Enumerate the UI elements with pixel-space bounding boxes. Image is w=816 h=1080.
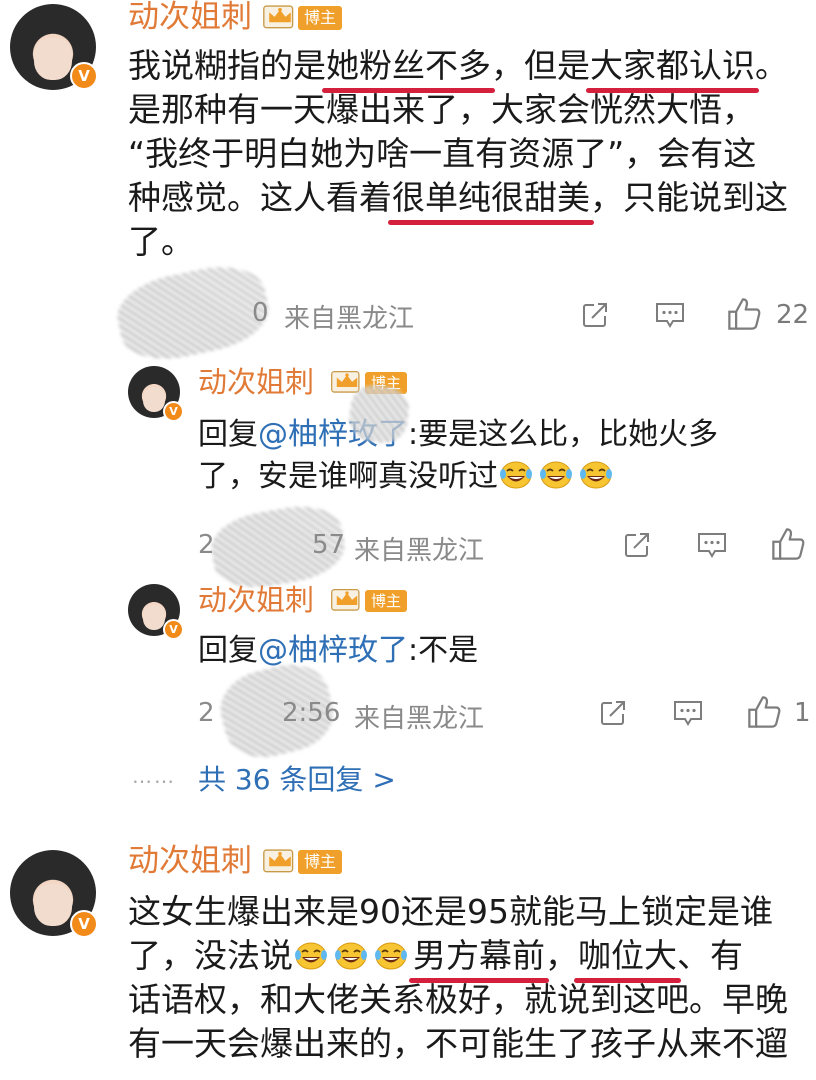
text-line: 回复@柚梓玫了:不是 xyxy=(198,633,479,668)
text-line: 是那种有一天爆出来了，大家会恍然大悟， xyxy=(128,90,755,129)
text-line: 了，安是谁啊真没听过 xyxy=(198,456,718,498)
author-name[interactable]: 动次姐刺 xyxy=(128,842,252,880)
laugh-cry-emoji-icon xyxy=(538,460,574,490)
crown-icon xyxy=(330,586,364,612)
like-icon[interactable] xyxy=(726,296,762,332)
comment-icon[interactable] xyxy=(672,698,704,728)
text-line: 这女生爆出来是90还是95就能马上锁定是谁 xyxy=(128,892,773,931)
text-line: 了，没法说 男方幕前，咖位大、有 xyxy=(128,936,743,975)
laugh-cry-emoji-icon xyxy=(333,941,369,971)
underlined-text: 咖位大 xyxy=(578,936,677,975)
text-line: 有一天会爆出来的，不可能生了孩子从来不遛 xyxy=(128,1024,788,1063)
text-line: 种感觉。这人看着很单纯很甜美，只能说到这 xyxy=(128,178,788,217)
more-replies-dots: …… xyxy=(132,764,176,788)
comment-text: 这女生爆出来是90还是95就能马上锁定是谁 了，没法说 男方幕前，咖位大、有 话语… xyxy=(128,890,788,1066)
verified-badge-icon: V xyxy=(163,401,184,422)
more-replies-link[interactable]: 共 36 条回复 > xyxy=(198,758,396,798)
crown-icon xyxy=(262,2,298,30)
text-line: 我说糊指的是她粉丝不多，但是大家都认识。 xyxy=(128,46,788,85)
reply-text: 回复@柚梓玫了:不是 xyxy=(198,630,478,672)
verified-badge-icon: V xyxy=(70,62,98,90)
author-name[interactable]: 动次姐刺 xyxy=(198,582,314,618)
comment-icon[interactable] xyxy=(654,300,686,330)
underlined-text: 很单纯很甜美 xyxy=(392,178,590,217)
like-icon[interactable] xyxy=(746,694,782,730)
timestamp-head: 2 xyxy=(198,698,215,728)
timestamp-tail: 2:56 xyxy=(282,698,341,728)
comment-text: 我说糊指的是她粉丝不多，但是大家都认识。 是那种有一天爆出来了，大家会恍然大悟，… xyxy=(128,44,788,264)
like-count: 1 xyxy=(794,698,811,728)
verified-badge-icon: V xyxy=(163,619,184,640)
underlined-text: 男方幕前 xyxy=(413,936,545,975)
location: 来自黑龙江 xyxy=(284,304,415,334)
timestamp-tail: 0 xyxy=(252,298,269,328)
mention-link[interactable]: @柚梓玫了 xyxy=(258,633,408,668)
author-name[interactable]: 动次姐刺 xyxy=(128,0,252,36)
share-icon[interactable] xyxy=(622,530,652,560)
crown-icon xyxy=(262,846,298,874)
text-line: 话语权，和大佬关系极好，就说到这吧。早晚 xyxy=(128,980,788,1019)
author-name[interactable]: 动次姐刺 xyxy=(198,364,314,400)
timestamp-head: 2 xyxy=(198,530,215,560)
text-line: 回复@柚梓玫了:要是这么比，比她火多 xyxy=(198,417,719,452)
timestamp-tail: 57 xyxy=(312,530,346,560)
share-icon[interactable] xyxy=(580,300,610,330)
share-icon[interactable] xyxy=(598,698,628,728)
underlined-text: 大家都认识 xyxy=(590,46,755,85)
comment-icon[interactable] xyxy=(696,530,728,560)
redacted-timestamp xyxy=(111,257,275,369)
like-icon[interactable] xyxy=(770,526,806,562)
reply-text: 回复@柚梓玫了:要是这么比，比她火多 了，安是谁啊真没听过 xyxy=(198,414,718,498)
laugh-cry-emoji-icon xyxy=(498,460,534,490)
text-line: “我终于明白她为啥一直有资源了”，会有这 xyxy=(128,134,757,173)
blogger-badge: 博主 xyxy=(365,590,407,612)
underlined-text: 她粉丝不多 xyxy=(326,46,491,85)
like-count: 22 xyxy=(776,300,810,330)
location: 来自黑龙江 xyxy=(354,704,485,734)
blogger-badge: 博主 xyxy=(298,850,342,874)
blogger-badge: 博主 xyxy=(298,6,342,30)
location: 来自黑龙江 xyxy=(354,536,485,566)
laugh-cry-emoji-icon xyxy=(578,460,614,490)
laugh-cry-emoji-icon xyxy=(373,941,409,971)
text-line: 了。 xyxy=(128,222,194,261)
verified-badge-icon: V xyxy=(70,910,98,938)
laugh-cry-emoji-icon xyxy=(293,941,329,971)
